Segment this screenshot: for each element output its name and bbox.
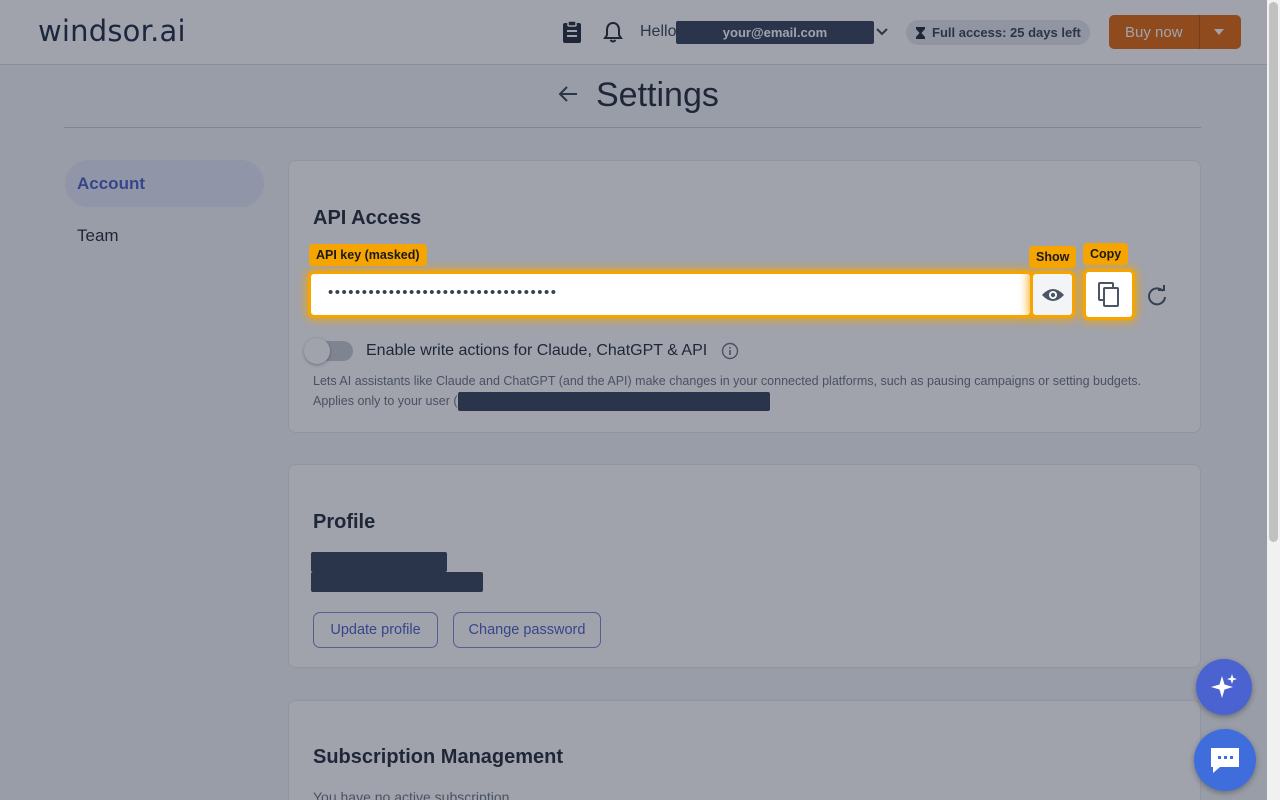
copy-annotation: Copy [1083, 243, 1129, 265]
section-heading: Profile [313, 511, 376, 533]
write-actions-toggle[interactable] [304, 338, 353, 364]
buy-now-label: Buy now [1125, 24, 1183, 41]
sidebar-item-account[interactable]: Account [65, 160, 264, 207]
help-text-user: Applies only to your user ( [313, 394, 458, 408]
chat-icon [1211, 748, 1239, 773]
write-actions-help: Lets AI assistants like Claude and ChatG… [313, 371, 1193, 412]
access-badge: Full access: 25 days left [906, 20, 1090, 45]
scrollbar-thumb[interactable] [1269, 2, 1278, 542]
redacted-name [311, 552, 447, 572]
greeting: Hello [640, 23, 677, 40]
update-profile-button[interactable]: Update profile [313, 612, 438, 648]
refresh-icon[interactable] [1146, 285, 1168, 307]
hourglass-icon [916, 27, 925, 39]
chevron-down-icon[interactable] [874, 24, 890, 40]
copy-icon [1099, 283, 1120, 308]
chat-widget-button[interactable] [1194, 729, 1256, 791]
sparkle-icon [1211, 674, 1237, 698]
section-heading: API Access [313, 207, 422, 229]
divider [64, 127, 1201, 128]
top-header: windsor.ai Hello your@email.com Full acc… [0, 0, 1267, 65]
section-heading: Subscription Management [313, 746, 564, 768]
redacted-user [457, 392, 770, 412]
subscription-card: Subscription Management You have no acti… [288, 700, 1201, 800]
api-access-card: API Access •••••••••••••••••••••••••••••… [288, 160, 1201, 433]
caret-down-icon[interactable] [1214, 29, 1224, 35]
copy-key-button[interactable] [1087, 273, 1133, 318]
api-key-annotation: API key (masked) [309, 244, 427, 266]
clipboard-icon[interactable] [561, 20, 583, 44]
help-text: Lets AI assistants like Claude and ChatG… [313, 374, 1142, 388]
sidebar-item-team[interactable]: Team [65, 212, 264, 259]
subscription-status: You have no active subscription [313, 789, 510, 800]
bell-icon[interactable] [602, 20, 624, 44]
api-key-field[interactable]: •••••••••••••••••••••••••••••••••• [313, 275, 1030, 315]
show-annotation: Show [1029, 246, 1077, 268]
eye-icon [1042, 289, 1064, 301]
user-email[interactable]: your@email.com [676, 21, 874, 44]
page-title: Settings [596, 76, 719, 114]
access-badge-label: Full access: 25 days left [932, 25, 1081, 40]
info-icon[interactable] [721, 342, 739, 360]
toggle-knob [304, 338, 330, 364]
redacted-email [311, 572, 483, 592]
ai-assistant-button[interactable] [1196, 659, 1252, 715]
back-arrow-icon[interactable] [557, 84, 579, 104]
write-actions-label: Enable write actions for Claude, ChatGPT… [366, 342, 708, 359]
change-password-button[interactable]: Change password [453, 612, 601, 648]
logo[interactable]: windsor.ai [38, 14, 186, 48]
profile-card: Profile Update profile Change password [288, 464, 1201, 668]
show-key-button[interactable] [1033, 275, 1073, 315]
buy-now-button[interactable]: Buy now [1109, 15, 1241, 49]
button-divider [1199, 15, 1200, 49]
